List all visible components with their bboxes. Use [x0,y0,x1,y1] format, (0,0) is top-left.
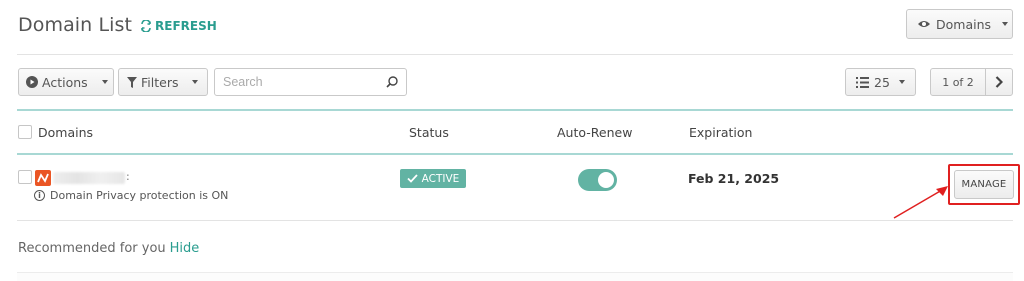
actions-dropdown[interactable]: Actions [18,68,114,96]
eye-icon [918,21,930,27]
search-icon[interactable] [386,76,398,88]
column-header-expiration[interactable]: Expiration [689,125,752,140]
column-header-auto-renew[interactable]: Auto-Renew [557,125,632,140]
column-header-status[interactable]: Status [409,125,449,140]
toggle-knob [598,172,614,188]
check-icon [407,174,418,183]
hide-link[interactable]: Hide [170,241,200,256]
view-dropdown[interactable]: Domains [906,9,1013,39]
recommended-card [17,272,1013,281]
play-circle-icon [26,76,38,88]
refresh-icon [141,20,151,32]
domain-name-redacted[interactable] [53,172,125,184]
annotation-arrow [893,186,948,219]
status-badge: ACTIVE [400,169,466,188]
column-header-domains[interactable]: Domains [38,125,93,140]
filters-dropdown[interactable]: Filters [118,68,208,96]
recommended-section: Recommended for you Hide [18,241,199,256]
row-checkbox[interactable] [18,170,32,184]
view-dropdown-label: Domains [936,16,992,32]
row-divider [17,220,1013,221]
toolbar-divider [17,109,1013,111]
domain-name-suffix: : [126,170,130,183]
search-box [214,68,407,96]
per-page-value: 25 [874,74,890,90]
filter-icon [127,76,137,88]
namecheap-logo-icon [35,170,51,186]
page-title: Domain List [18,14,133,36]
auto-renew-toggle[interactable] [578,169,617,191]
chevron-right-icon [995,76,1003,88]
next-page-button[interactable] [986,69,1012,95]
expiration-date: Feb 21, 2025 [688,171,780,186]
divider [17,54,1013,55]
actions-label: Actions [42,74,88,90]
privacy-note: i Domain Privacy protection is ON [34,189,228,202]
list-icon [856,76,869,88]
info-icon: i [34,190,45,201]
chevron-down-icon [101,80,108,84]
pagination-text: 1 of 2 [931,69,986,95]
refresh-label: REFRESH [155,19,217,33]
header-divider [17,153,1013,155]
select-all-checkbox[interactable] [18,125,32,139]
status-label: ACTIVE [421,172,460,185]
pagination: 1 of 2 [930,68,1013,96]
filters-label: Filters [141,74,179,90]
privacy-note-text: Domain Privacy protection is ON [50,189,229,202]
chevron-down-icon [192,80,199,84]
chevron-down-icon [898,80,905,84]
recommended-label: Recommended for you [18,241,166,256]
search-input[interactable] [223,75,373,89]
manage-button[interactable]: MANAGE [954,170,1014,199]
chevron-down-icon [1002,22,1009,26]
refresh-button[interactable]: REFRESH [140,19,217,33]
per-page-dropdown[interactable]: 25 [845,68,916,96]
